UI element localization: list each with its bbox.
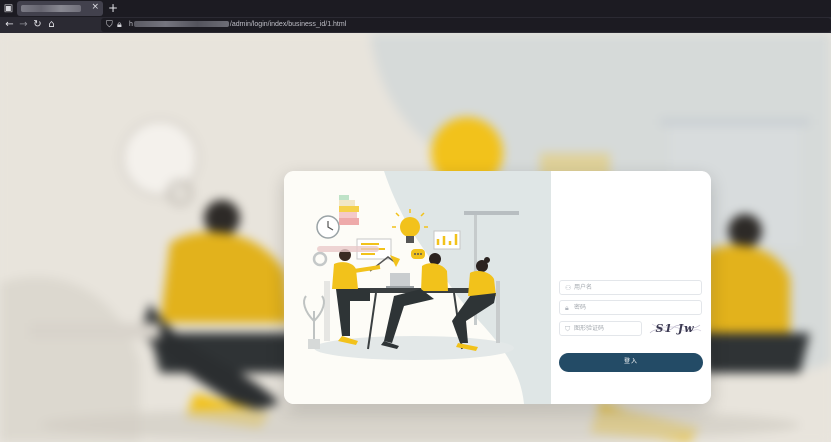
browser-tab-strip: ▣ × + [0, 0, 831, 17]
forward-arrow-icon[interactable]: → [17, 18, 30, 31]
username-input[interactable] [574, 282, 694, 293]
system-name-redacted [317, 246, 379, 252]
url-scheme: h [129, 21, 133, 28]
shield-icon[interactable]: ⛉ [106, 19, 113, 31]
captcha-text: S1 Jw [655, 322, 694, 335]
address-bar[interactable]: ⛉ 🔒︎ h/admin/login/index/business_id/1.h… [101, 18, 831, 32]
browser-tab-active[interactable]: × [17, 1, 103, 16]
lock-icon: 🔒︎ [565, 304, 569, 312]
password-input[interactable] [574, 302, 694, 313]
tab-title-redacted [21, 5, 81, 12]
back-arrow-icon[interactable]: ← [3, 18, 16, 31]
captcha-field[interactable]: ⛉ [559, 321, 642, 336]
home-icon[interactable]: ⌂ [45, 18, 58, 31]
browser-menu-icon[interactable]: ▣ [3, 3, 14, 14]
user-icon: ⚇ [565, 284, 572, 292]
reload-icon[interactable]: ↻ [31, 18, 44, 31]
login-page: ⚇ 🔒︎ ⛉ S1 Jw 登入 [0, 33, 831, 442]
username-field[interactable]: ⚇ [559, 280, 702, 295]
password-field[interactable]: 🔒︎ [559, 300, 702, 315]
lock-icon[interactable]: 🔒︎ [117, 19, 122, 31]
illustration-panel [284, 171, 551, 404]
team-meeting-illustration [303, 171, 551, 404]
shield-check-icon: ⛉ [565, 325, 571, 333]
address-text[interactable]: h/admin/login/index/business_id/1.html [129, 19, 346, 31]
url-host-redacted [133, 21, 229, 27]
new-tab-button[interactable]: + [108, 2, 118, 14]
captcha-input[interactable] [574, 323, 638, 334]
tab-close-icon[interactable]: × [91, 2, 99, 12]
login-button[interactable]: 登入 [559, 353, 703, 372]
url-path: /admin/login/index/business_id/1.html [229, 21, 347, 28]
brand-logo [336, 195, 360, 232]
browser-nav-bar: ← → ↻ ⌂ ⛉ 🔒︎ h/admin/login/index/busines… [0, 17, 831, 33]
captcha-image[interactable]: S1 Jw [648, 321, 702, 336]
